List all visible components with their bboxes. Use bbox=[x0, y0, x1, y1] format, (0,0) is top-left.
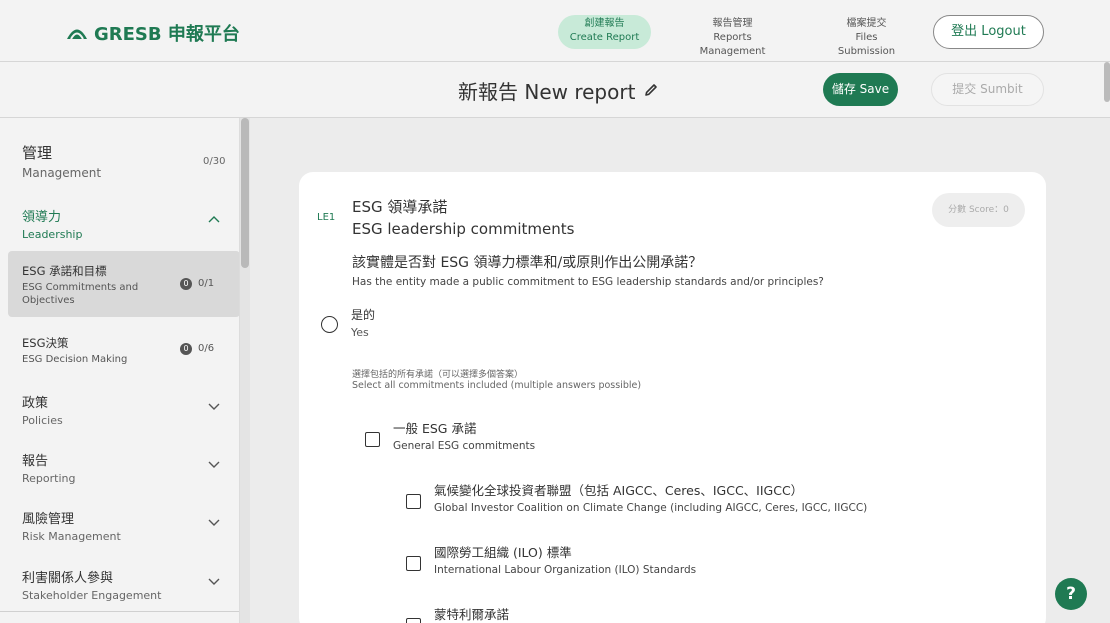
sidebar-scrollbar-thumb[interactable] bbox=[241, 118, 249, 268]
brand-logo[interactable]: GRESB 申報平台 bbox=[66, 20, 240, 46]
nav-files-submission-zh: 檔案提交 bbox=[846, 18, 887, 29]
pencil-icon[interactable] bbox=[643, 79, 659, 103]
subitem-label: ESG決策 bbox=[22, 336, 69, 350]
report-title-text: 新報告 New report bbox=[458, 80, 636, 104]
question-title-zh: ESG 領導承諾 bbox=[352, 198, 448, 216]
sidebar-item-label: 領導力 bbox=[22, 210, 62, 225]
save-button[interactable]: 儲存 Save bbox=[823, 73, 898, 106]
sidebar-subitem-esg-decision-making[interactable]: ESG決策 ESG Decision Making 0 0/6 bbox=[8, 323, 239, 389]
subitem-label: ESG 承諾和目標 bbox=[22, 264, 107, 278]
sidebar-item-label: 風險管理 bbox=[22, 512, 75, 527]
ilo-standards-label-zh: 國際勞工組織 (ILO) 標準 bbox=[434, 545, 572, 560]
general-esg-checkbox[interactable] bbox=[365, 432, 380, 447]
sidebar-item-sublabel: Policies bbox=[22, 414, 63, 427]
chevron-down-icon[interactable] bbox=[208, 575, 220, 587]
nav-reports-management-en: Reports Management bbox=[699, 32, 766, 57]
chevron-down-icon[interactable] bbox=[208, 400, 220, 412]
ilo-standards-label-en: International Labour Organization (ILO) … bbox=[434, 564, 697, 576]
climate-coalition-label-zh: 氣候變化全球投資者聯盟（包括 AIGCC、Ceres、IGCC、IIGCC） bbox=[434, 483, 804, 498]
logout-button[interactable]: 登出 Logout bbox=[933, 15, 1044, 49]
status-badge: 0 bbox=[180, 278, 192, 290]
climate-coalition-checkbox[interactable] bbox=[406, 494, 421, 509]
help-button[interactable]: ? bbox=[1055, 578, 1087, 610]
general-esg-label-zh: 一般 ESG 承諾 bbox=[393, 421, 477, 436]
question-title-en: ESG leadership commitments bbox=[352, 220, 575, 238]
montreal-pledge-checkbox[interactable] bbox=[406, 618, 421, 623]
nav-files-submission[interactable]: 檔案提交 Files Submission bbox=[818, 15, 915, 57]
hint-text-zh: 選擇包括的所有承諾（可以選擇多個答案） bbox=[352, 370, 524, 380]
general-esg-label-en: General ESG commitments bbox=[393, 440, 536, 452]
nav-files-submission-en: Files Submission bbox=[837, 32, 896, 57]
page-scrollbar[interactable] bbox=[1104, 62, 1110, 102]
sidebar-item-sublabel: Reporting bbox=[22, 472, 76, 485]
sidebar-scrollbar[interactable] bbox=[240, 118, 250, 623]
sidebar-item-sublabel: Management bbox=[22, 166, 102, 180]
sidebar-item-sublabel: Leadership bbox=[22, 228, 83, 241]
nav-create-report-zh: 創建報告 bbox=[584, 18, 625, 29]
question-text-zh: 該實體是否對 ESG 領導力標準和/或原則作出公開承諾？ bbox=[352, 255, 703, 271]
top-navigation-bar: GRESB 申報平台 創建報告 Create Report 報告管理 Repor… bbox=[0, 0, 1110, 62]
ilo-standards-checkbox[interactable] bbox=[406, 556, 421, 571]
question-text-en: Has the entity made a public commitment … bbox=[352, 276, 824, 288]
sidebar: 管理 Management 0/30 領導力 Leadership ESG 承諾… bbox=[0, 118, 240, 623]
nav-reports-management[interactable]: 報告管理 Reports Management bbox=[674, 15, 791, 57]
question-id: LE1 bbox=[317, 212, 336, 223]
sidebar-item-label: 政策 bbox=[22, 396, 49, 411]
sidebar-divider bbox=[0, 611, 239, 612]
brand-name: GRESB 申報平台 bbox=[94, 24, 240, 45]
hint-text-en: Select all commitments included (multipl… bbox=[352, 380, 642, 391]
nav-create-report[interactable]: 創建報告 Create Report bbox=[558, 15, 651, 49]
subitem-sublabel-1: ESG Commitments and bbox=[22, 282, 139, 293]
sidebar-item-label: 報告 bbox=[22, 454, 49, 469]
sidebar-item-label: 管理 bbox=[22, 144, 53, 162]
climate-coalition-label-en: Global Investor Coalition on Climate Cha… bbox=[434, 502, 868, 514]
nav-reports-management-zh: 報告管理 bbox=[712, 18, 753, 29]
question-card: LE1 ESG 領導承諾 ESG leadership commitments … bbox=[299, 172, 1046, 623]
report-title: 新報告 New report bbox=[458, 76, 659, 105]
progress-count: 0/30 bbox=[203, 156, 226, 167]
chevron-up-icon[interactable] bbox=[208, 214, 220, 226]
montreal-pledge-label-zh: 蒙特利爾承諾 bbox=[434, 607, 510, 622]
report-title-bar: 新報告 New report 儲存 Save 提交 Sumbit bbox=[0, 62, 1110, 118]
progress-count: 0/1 bbox=[198, 278, 215, 289]
yes-option-label-zh: 是的 bbox=[351, 308, 376, 322]
sidebar-item-label: 利害關係人參與 bbox=[22, 571, 114, 586]
submit-button[interactable]: 提交 Sumbit bbox=[931, 73, 1044, 106]
chevron-down-icon[interactable] bbox=[208, 516, 220, 528]
sidebar-subitem-esg-commitments[interactable]: ESG 承諾和目標 ESG Commitments and Objectives… bbox=[8, 251, 239, 317]
progress-count: 0/6 bbox=[198, 343, 215, 354]
score-badge: 分數 Score：0 bbox=[932, 193, 1025, 227]
subitem-sublabel-1: ESG Decision Making bbox=[22, 354, 128, 365]
nav-create-report-en: Create Report bbox=[569, 32, 640, 43]
status-badge: 0 bbox=[180, 343, 192, 355]
yes-option-label-en: Yes bbox=[351, 326, 369, 339]
yes-radio[interactable] bbox=[321, 316, 338, 333]
subitem-sublabel-2: Objectives bbox=[22, 295, 75, 306]
chevron-down-icon[interactable] bbox=[208, 458, 220, 470]
leaf-logo-icon bbox=[66, 26, 88, 40]
sidebar-item-sublabel: Risk Management bbox=[22, 530, 121, 543]
sidebar-item-sublabel: Stakeholder Engagement bbox=[22, 589, 162, 602]
